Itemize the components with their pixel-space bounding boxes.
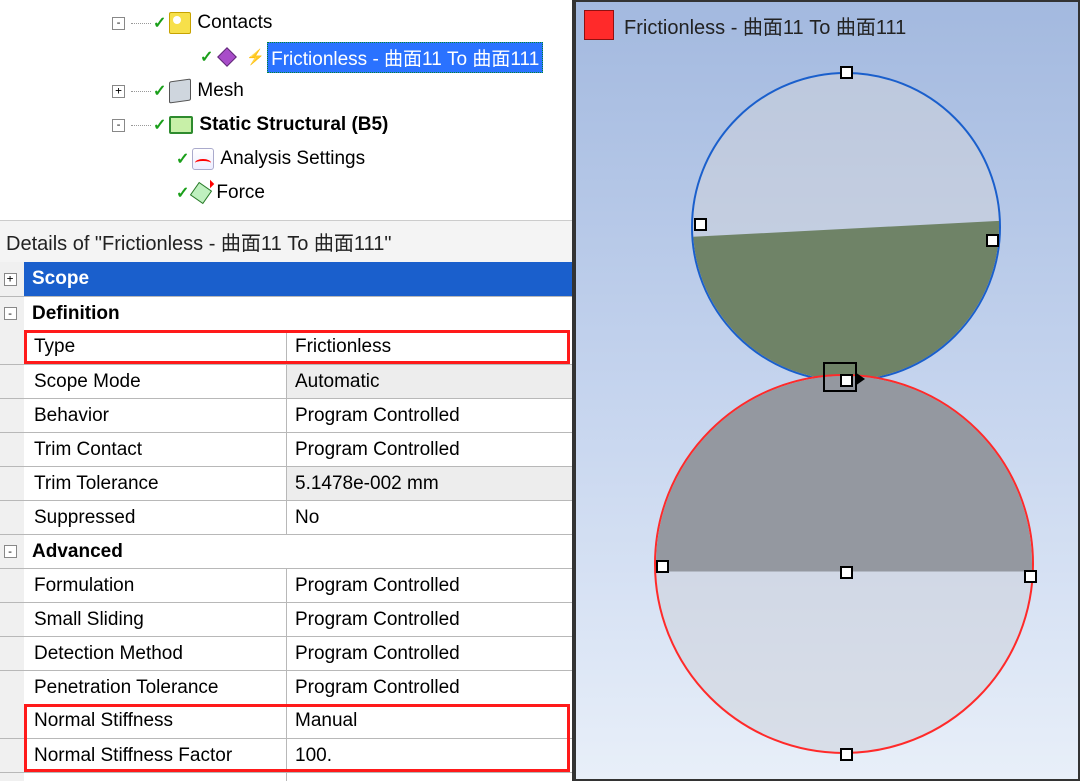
prop-row-formulation[interactable]: Formulation Program Controlled	[0, 568, 572, 602]
prop-value: Automatic	[286, 365, 572, 398]
prop-value[interactable]: Program Controlled	[286, 433, 572, 466]
body-bottom-circle[interactable]	[654, 374, 1034, 754]
prop-row-small-sliding[interactable]: Small Sliding Program Controlled	[0, 602, 572, 636]
section-scope[interactable]: + Scope	[0, 262, 572, 296]
prop-label: Type	[24, 330, 286, 364]
expander-minus-icon[interactable]: -	[112, 17, 125, 30]
viewport-3d[interactable]: Frictionless - 曲面11 To 曲面111	[574, 0, 1080, 781]
section-label: Advanced	[24, 535, 572, 568]
prop-value[interactable]: 100.	[286, 739, 572, 772]
expander-minus-icon[interactable]: -	[112, 119, 125, 132]
tree-item-contacts[interactable]: - ✓ Contacts	[0, 6, 572, 40]
section-definition[interactable]: - Definition	[0, 296, 572, 330]
prop-label: Scope Mode	[24, 365, 286, 398]
status-check-icon: ✓	[200, 47, 213, 67]
selection-handle[interactable]	[1024, 570, 1037, 583]
expander-minus-icon[interactable]: -	[4, 545, 17, 558]
prop-row-normal-stiffness-factor[interactable]: Normal Stiffness Factor 100.	[0, 738, 572, 772]
tree-item-mesh[interactable]: + ✓ Mesh	[0, 74, 572, 108]
selection-handle[interactable]	[840, 66, 853, 79]
prop-label: Detection Method	[24, 637, 286, 670]
frictionless-icon	[216, 46, 238, 68]
prop-row-suppressed[interactable]: Suppressed No	[0, 500, 572, 534]
section-label: Scope	[24, 262, 572, 296]
prop-label: Suppressed	[24, 501, 286, 534]
prop-row-update-stiffness[interactable]: Update Stiffness Program Controlled	[0, 772, 572, 781]
prop-row-normal-stiffness[interactable]: Normal Stiffness Manual	[0, 704, 572, 738]
prop-label: Penetration Tolerance	[24, 671, 286, 704]
prop-value[interactable]: Manual	[286, 704, 572, 738]
contact-face-bottom[interactable]	[656, 376, 1032, 572]
prop-value[interactable]: Program Controlled	[286, 671, 572, 704]
contacts-icon	[169, 12, 191, 34]
prop-row-type[interactable]: Type Frictionless	[0, 330, 572, 364]
prop-label: Formulation	[24, 569, 286, 602]
prop-label: Update Stiffness	[24, 773, 286, 781]
prop-label: Small Sliding	[24, 603, 286, 636]
prop-row-trim-contact[interactable]: Trim Contact Program Controlled	[0, 432, 572, 466]
selection-handle[interactable]	[840, 748, 853, 761]
tree-item-frictionless[interactable]: ✓ ⚡ Frictionless - 曲面11 To 曲面111	[0, 40, 572, 74]
status-check-icon: ✓	[153, 115, 166, 135]
tree-label-force: Force	[216, 182, 265, 204]
tree-label-mesh: Mesh	[197, 80, 243, 102]
expander-plus-icon[interactable]: +	[112, 85, 125, 98]
selection-handle[interactable]	[840, 566, 853, 579]
status-check-icon: ✓	[176, 183, 189, 203]
prop-value[interactable]: Frictionless	[286, 330, 572, 364]
prop-row-detection-method[interactable]: Detection Method Program Controlled	[0, 636, 572, 670]
prop-label: Trim Tolerance	[24, 467, 286, 500]
expander-minus-icon[interactable]: -	[4, 307, 17, 320]
mesh-icon	[169, 78, 191, 103]
prop-value[interactable]: Program Controlled	[286, 637, 572, 670]
prop-value[interactable]: Program Controlled	[286, 569, 572, 602]
force-icon	[192, 184, 210, 202]
status-check-icon: ✓	[153, 13, 166, 33]
outline-tree[interactable]: - ✓ Contacts ✓ ⚡ Frictionless - 曲面11 To …	[0, 0, 572, 220]
tree-item-analysis-settings[interactable]: ✓ Analysis Settings	[0, 142, 572, 176]
status-check-icon: ✓	[153, 81, 166, 101]
prop-value[interactable]: Program Controlled	[286, 603, 572, 636]
expander-plus-icon[interactable]: +	[4, 273, 17, 286]
prop-value[interactable]: No	[286, 501, 572, 534]
section-advanced[interactable]: - Advanced	[0, 534, 572, 568]
viewport-legend: Frictionless - 曲面11 To 曲面111	[584, 10, 906, 40]
lightning-icon: ⚡	[246, 48, 265, 66]
property-grid: + Scope - Definition Type Frictionless S…	[0, 262, 572, 781]
tree-label-settings: Analysis Settings	[220, 148, 365, 170]
prop-row-penetration-tolerance[interactable]: Penetration Tolerance Program Controlled	[0, 670, 572, 704]
prop-label: Normal Stiffness	[24, 704, 286, 738]
contact-face-top[interactable]	[693, 221, 999, 380]
tree-label-contacts: Contacts	[197, 12, 272, 34]
prop-value[interactable]: Program Controlled	[286, 773, 572, 781]
prop-row-behavior[interactable]: Behavior Program Controlled	[0, 398, 572, 432]
legend-swatch-red	[584, 10, 614, 40]
analysis-settings-icon	[192, 148, 214, 170]
section-label: Definition	[24, 297, 572, 330]
tree-label-static: Static Structural (B5)	[199, 114, 388, 136]
tree-item-static-structural[interactable]: - ✓ Static Structural (B5)	[0, 108, 572, 142]
prop-label: Behavior	[24, 399, 286, 432]
tree-label-frictionless: Frictionless - 曲面11 To 曲面111	[267, 42, 543, 73]
prop-label: Trim Contact	[24, 433, 286, 466]
prop-value: 5.1478e-002 mm	[286, 467, 572, 500]
selection-handle[interactable]	[694, 218, 707, 231]
prop-row-scope-mode[interactable]: Scope Mode Automatic	[0, 364, 572, 398]
legend-text: Frictionless - 曲面11 To 曲面111	[624, 11, 906, 40]
prop-row-trim-tolerance[interactable]: Trim Tolerance 5.1478e-002 mm	[0, 466, 572, 500]
static-structural-icon	[169, 116, 193, 134]
body-top-circle[interactable]	[691, 72, 1001, 382]
selection-handle[interactable]	[986, 234, 999, 247]
status-check-icon: ✓	[176, 149, 189, 169]
selection-handle[interactable]	[840, 374, 853, 387]
details-panel-header: Details of "Frictionless - 曲面11 To 曲面111…	[0, 220, 572, 262]
selection-handle[interactable]	[656, 560, 669, 573]
prop-value[interactable]: Program Controlled	[286, 399, 572, 432]
prop-label: Normal Stiffness Factor	[24, 739, 286, 772]
tree-item-force[interactable]: ✓ Force	[0, 176, 572, 210]
